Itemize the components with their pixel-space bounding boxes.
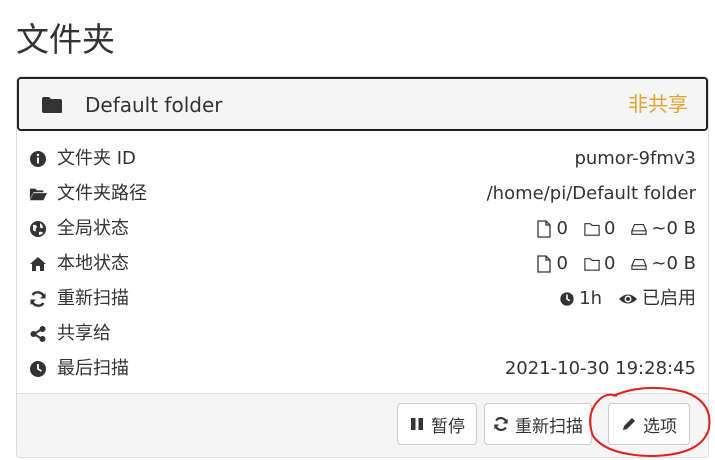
globe-icon (30, 221, 46, 237)
folder-name: Default folder (85, 93, 223, 117)
page: 文件夹 Default folder 非共享 文件夹 ID pumor-9fmv… (0, 0, 715, 460)
pause-icon (411, 418, 423, 430)
last-scan-value: 2021-10-30 19:28:45 (504, 358, 696, 379)
info-circle-icon (30, 151, 46, 167)
clock-icon (560, 292, 574, 306)
row-label: 全局状态 (57, 218, 129, 239)
row-label: 本地状态 (57, 253, 129, 274)
hdd-icon (631, 223, 648, 235)
rescan-button-label: 重新扫描 (515, 416, 583, 437)
folder-outline-icon (584, 258, 600, 271)
home-icon (30, 257, 46, 271)
options-button-label: 选项 (643, 416, 677, 437)
folder-outline-icon (584, 223, 600, 236)
row-label: 共享给 (57, 323, 111, 344)
row-folder-id: 文件夹 ID pumor-9fmv3 (17, 141, 708, 176)
panel-footer: 暂停 重新扫描 选项 (17, 393, 708, 457)
folder-details-list: 文件夹 ID pumor-9fmv3 文件夹路径 /home/pi/Defaul… (17, 141, 708, 386)
row-label: 最后扫描 (57, 358, 129, 379)
file-icon (537, 220, 552, 238)
global-state-value: 0 0 ~0 B (536, 217, 696, 241)
clock-icon (30, 361, 46, 377)
row-label: 重新扫描 (57, 288, 129, 309)
file-icon (537, 255, 552, 273)
page-title: 文件夹 (16, 20, 115, 59)
folder-icon (42, 97, 62, 113)
row-folder-path: 文件夹路径 /home/pi/Default folder (17, 176, 708, 211)
size-total: ~0 B (631, 217, 696, 241)
folder-open-icon (29, 188, 47, 201)
folders-count: 0 (584, 217, 615, 241)
folder-path-value: /home/pi/Default folder (486, 183, 696, 204)
share-icon (30, 326, 46, 342)
row-label: 文件夹路径 (57, 183, 147, 204)
rescan-interval: 1h (559, 287, 602, 311)
pencil-icon (623, 418, 635, 430)
hdd-icon (631, 258, 648, 270)
row-rescan: 重新扫描 1h 已启用 (17, 281, 708, 316)
row-shared-with: 共享给 (17, 316, 708, 351)
folder-panel: Default folder 非共享 文件夹 ID pumor-9fmv3 文件… (16, 76, 709, 458)
local-state-value: 0 0 ~0 B (536, 252, 696, 276)
watch-status: 已启用 (618, 287, 696, 311)
share-status-label: 非共享 (628, 92, 688, 116)
folder-panel-header[interactable]: Default folder 非共享 (17, 77, 708, 131)
folders-count: 0 (584, 252, 615, 276)
folder-id-value: pumor-9fmv3 (574, 148, 696, 169)
row-label: 文件夹 ID (57, 148, 136, 169)
eye-icon (619, 294, 637, 304)
rescan-button[interactable]: 重新扫描 (484, 403, 592, 445)
size-total: ~0 B (631, 252, 696, 276)
pause-button[interactable]: 暂停 (397, 403, 477, 445)
files-count: 0 (536, 217, 568, 241)
refresh-icon (30, 291, 46, 307)
options-button[interactable]: 选项 (608, 403, 690, 445)
row-global-state: 全局状态 0 0 ~0 B (17, 211, 708, 246)
row-last-scan: 最后扫描 2021-10-30 19:28:45 (17, 351, 708, 386)
row-local-state: 本地状态 0 0 ~0 B (17, 246, 708, 281)
pause-button-label: 暂停 (431, 416, 465, 437)
refresh-icon (494, 417, 508, 431)
rescan-value: 1h 已启用 (559, 287, 696, 311)
files-count: 0 (536, 252, 568, 276)
